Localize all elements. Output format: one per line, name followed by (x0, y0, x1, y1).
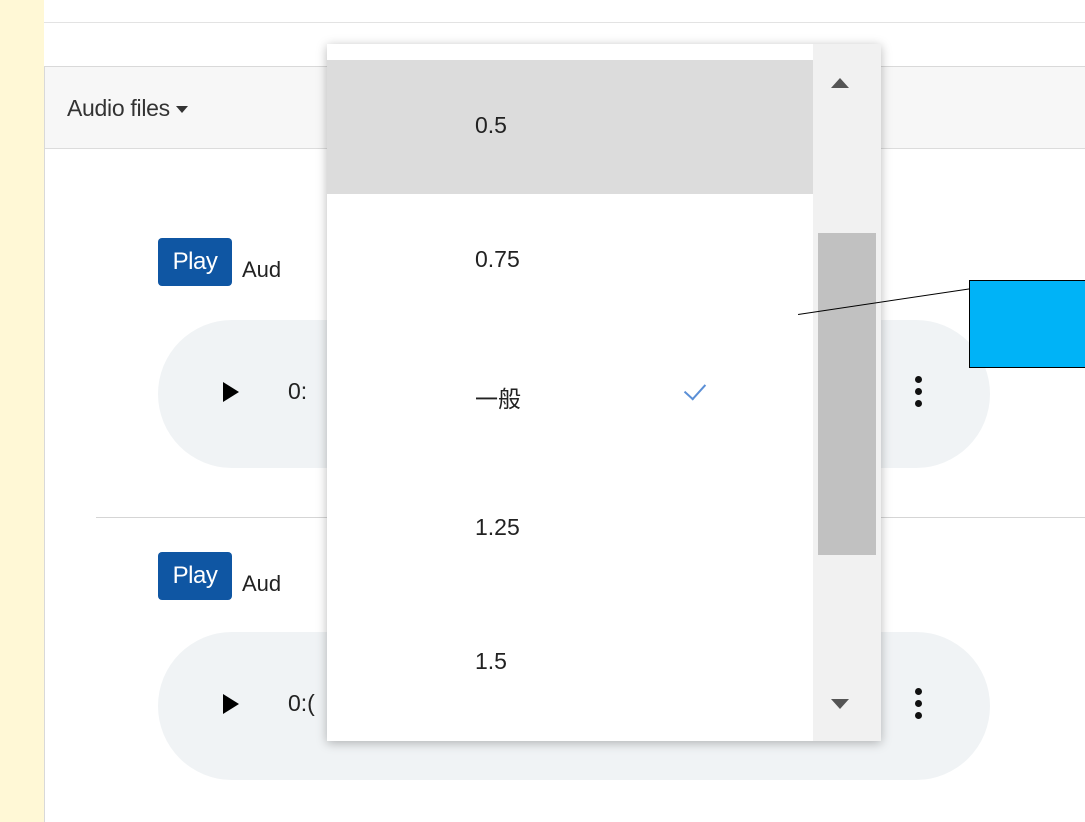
play-button[interactable]: Play (158, 238, 232, 286)
speed-option-label: 一般 (475, 386, 521, 412)
more-vertical-icon[interactable] (915, 688, 923, 724)
audio-files-dropdown-toggle[interactable]: Audio files (67, 95, 188, 122)
play-icon[interactable] (223, 694, 239, 714)
caret-down-icon (175, 106, 188, 114)
speed-option-0-5[interactable]: 0.5 (327, 60, 813, 194)
speed-option-1-25[interactable]: 1.25 (327, 462, 813, 596)
track-name: Aud (242, 571, 282, 596)
player-time: 0: (288, 378, 308, 404)
speed-option-0-75[interactable]: 0.75 (327, 194, 813, 328)
scroll-up-arrow-icon[interactable] (831, 78, 849, 88)
speed-option-label: 1.25 (475, 514, 520, 540)
top-strip (44, 0, 1085, 23)
play-icon[interactable] (223, 382, 239, 402)
speed-option-label: 1.5 (475, 648, 507, 674)
play-button[interactable]: Play (158, 552, 232, 600)
audio-files-label: Audio files (67, 95, 170, 121)
playback-speed-menu: 0.5 0.75 一般 1.25 1.5 (327, 44, 881, 741)
callout-box (969, 280, 1085, 368)
player-time: 0:( (288, 690, 315, 716)
scrollbar-thumb[interactable] (818, 233, 876, 555)
speed-option-label: 0.75 (475, 246, 520, 272)
speed-option-1-5[interactable]: 1.5 (327, 596, 813, 730)
more-vertical-icon[interactable] (915, 376, 923, 412)
checkmark-icon (683, 377, 707, 401)
speed-option-normal[interactable]: 一般 (327, 328, 813, 462)
speed-option-label: 0.5 (475, 112, 507, 138)
menu-top-padding (327, 44, 813, 60)
menu-scrollbar[interactable] (813, 44, 881, 741)
track-name: Aud (242, 257, 282, 282)
scroll-down-arrow-icon[interactable] (831, 699, 849, 709)
